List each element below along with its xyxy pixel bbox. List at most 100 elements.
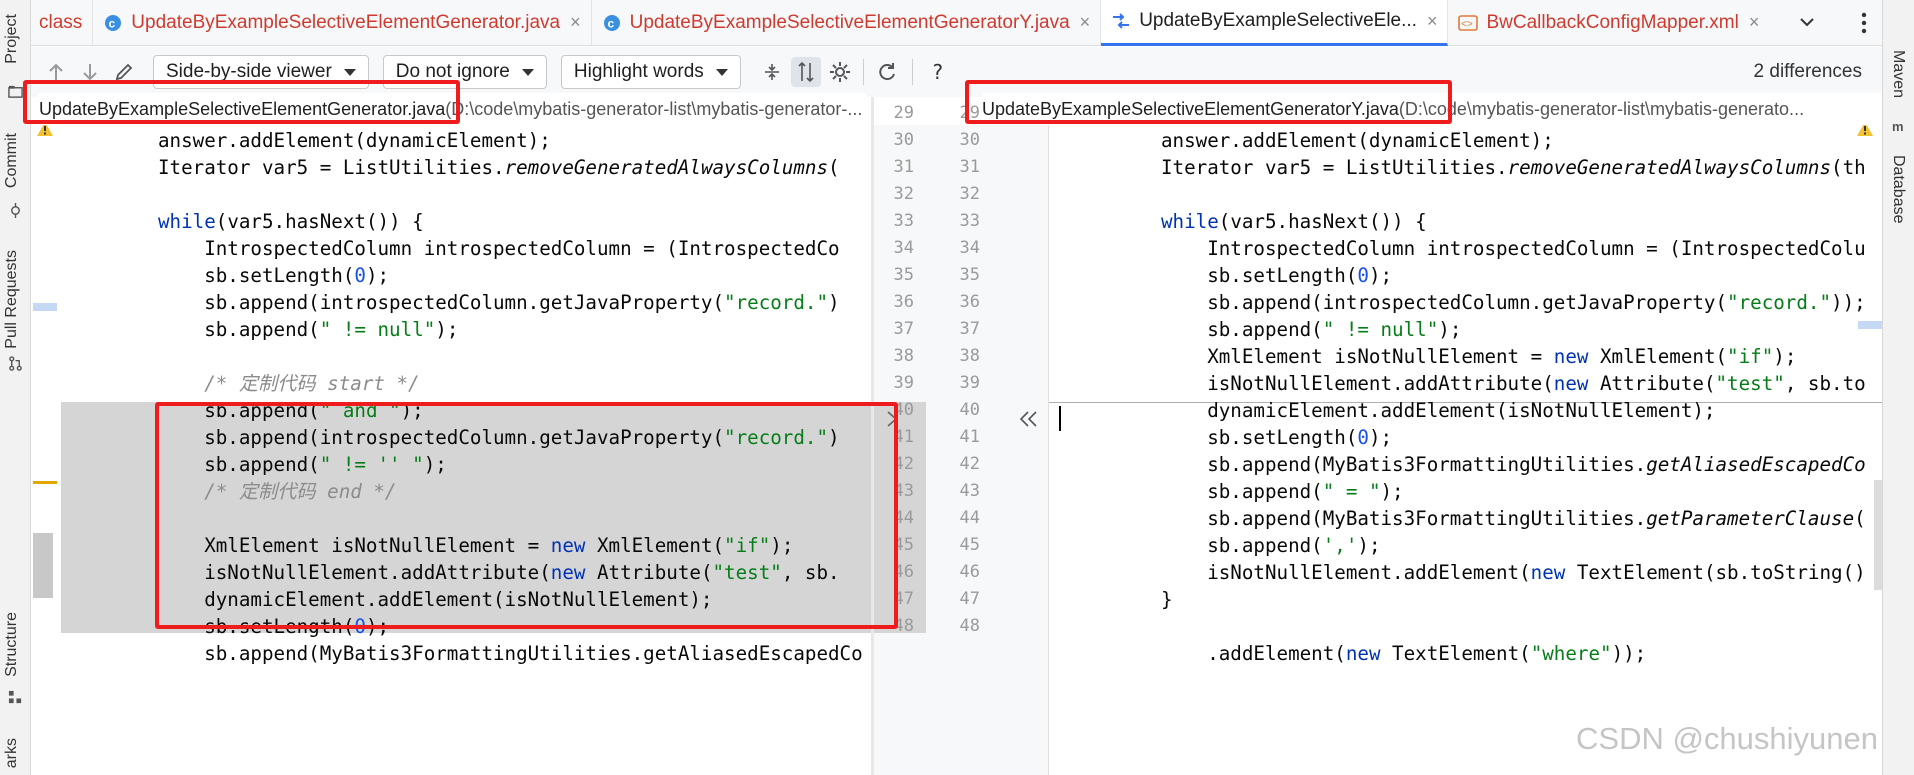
code-token: " != null"	[1322, 318, 1439, 341]
maven-icon: m	[1892, 119, 1904, 134]
tab-label: UpdateByExampleSelectiveElementGenerator…	[131, 11, 561, 33]
code-token: (	[828, 156, 840, 179]
revert-chevrons-icon[interactable]	[1018, 409, 1040, 429]
code-token: sb.setLength(	[1161, 264, 1358, 287]
code-token: while	[158, 210, 216, 233]
code-line: sb.append(MyBatis3FormattingUtilities.ge…	[158, 637, 862, 670]
code-token: "test"	[1715, 372, 1785, 395]
help-icon[interactable]: ?	[923, 57, 953, 87]
code-line: Iterator var5 = ListUtilities.removeGene…	[158, 151, 840, 184]
toolbar-divider	[911, 59, 913, 85]
code-token: );	[1368, 426, 1393, 449]
code-token: }	[1161, 588, 1173, 611]
code-token: sb.append(	[1161, 534, 1323, 557]
code-token: sb.append(	[1161, 318, 1323, 341]
warning-icon	[37, 125, 53, 136]
code-token: ));	[1611, 642, 1647, 665]
structure-icon	[8, 690, 22, 704]
structure-tool-button[interactable]: Structure	[3, 612, 21, 677]
more-options-icon[interactable]	[1860, 12, 1868, 38]
annotation-box-left-header	[23, 80, 460, 124]
code-token: sb.append(introspectedColumn.getJavaProp…	[1161, 291, 1728, 314]
close-icon[interactable]: ×	[1749, 12, 1760, 33]
right-tool-stripe: Maven m Database	[1882, 0, 1914, 775]
code-token: );	[1368, 264, 1393, 287]
chevron-down-icon	[715, 68, 728, 76]
diff-icon	[1111, 11, 1131, 31]
tab-list-chevron-icon[interactable]	[1798, 13, 1816, 35]
tab-label: UpdateByExampleSelectiveEle...	[1139, 10, 1417, 31]
tab-generator-java[interactable]: c UpdateByExampleSelectiveElementGenerat…	[93, 0, 592, 46]
code-token: isNotNullElement.addElement(	[1161, 561, 1531, 584]
collapse-unchanged-icon[interactable]	[757, 57, 787, 87]
text-caret	[1059, 406, 1061, 431]
code-line: sb.append(" != null");	[158, 313, 458, 346]
tab-label: class	[39, 11, 83, 33]
code-token: (th	[1831, 156, 1866, 179]
code-token: )	[828, 291, 840, 314]
code-token: IntrospectedColumn introspectedColumn = …	[1161, 237, 1866, 260]
code-token: TextElement(	[1380, 642, 1531, 665]
code-token: sb.append(	[1161, 480, 1323, 503]
right-code-pane[interactable]: XmlElement dynamicElement = new XmlEleme…	[1049, 125, 1882, 775]
code-token: /* 定制代码 start */	[204, 372, 420, 395]
commit-tool-button[interactable]: Commit	[3, 133, 21, 188]
code-token: );	[1438, 318, 1462, 341]
editor-tab-bar: class c UpdateByExampleSelectiveElementG…	[31, 0, 1882, 46]
code-token: );	[365, 264, 390, 287]
tab-label: UpdateByExampleSelectiveElementGenerator…	[629, 11, 1070, 33]
class-icon: c	[103, 13, 123, 33]
pull-request-icon	[9, 356, 22, 371]
line-number: 48	[959, 616, 980, 636]
project-tool-button[interactable]: Project	[3, 14, 21, 64]
code-token: (var5.hasNext()) {	[1218, 210, 1427, 233]
scroll-thumb[interactable]	[1874, 480, 1882, 590]
code-token: sb.append(MyBatis3FormattingUtilities.	[1161, 507, 1647, 530]
code-token: getAliasedEscapedCo	[1646, 453, 1866, 476]
watermark: CSDN @chushiyunen	[1576, 721, 1878, 756]
scroll-thumb[interactable]	[33, 533, 53, 598]
code-token: Iterator var5 = ListUtilities.	[1161, 156, 1508, 179]
code-token: new	[1553, 372, 1589, 395]
code-token: isNotNullElement.addAttribute(	[1161, 372, 1554, 395]
scroll-marker	[1858, 321, 1882, 329]
gear-icon[interactable]	[825, 57, 855, 87]
code-line: isNotNullElement.addElement(new TextElem…	[1161, 556, 1866, 589]
tab-class[interactable]: class	[31, 0, 94, 46]
svg-text:<>: <>	[1461, 19, 1473, 30]
sync-scroll-icon[interactable]	[790, 57, 821, 87]
code-token: 0	[1357, 426, 1369, 449]
xml-icon: <>	[1458, 13, 1479, 33]
bookmarks-tool-button[interactable]: arks	[3, 738, 21, 768]
tab-generator-y-java[interactable]: c UpdateByExampleSelectiveElementGenerat…	[592, 0, 1102, 46]
code-token: removeGeneratedAlwaysColumns	[1507, 156, 1832, 179]
svg-text:m: m	[1892, 119, 1904, 134]
tab-diff[interactable]: UpdateByExampleSelectiveEle... ×	[1101, 0, 1449, 46]
chevron-down-icon	[343, 68, 356, 76]
svg-text:c: c	[109, 16, 116, 30]
code-token: sb.append(MyBatis3FormattingUtilities.	[1161, 453, 1647, 476]
code-token: ));	[1831, 291, 1866, 314]
tab-mapper-xml[interactable]: <> BwCallbackConfigMapper.xml ×	[1448, 0, 1769, 46]
code-token: );	[1773, 345, 1797, 368]
svg-text:c: c	[607, 16, 614, 30]
code-token: "if"	[1727, 345, 1774, 368]
code-token: dynamicElement.addElement(isNotNullEleme…	[1161, 399, 1716, 422]
code-token: new	[1530, 561, 1566, 584]
close-icon[interactable]: ×	[1080, 12, 1091, 33]
code-token: (var5.hasNext()) {	[215, 210, 424, 233]
refresh-icon[interactable]	[872, 57, 902, 87]
folder-icon	[8, 85, 23, 98]
pull-requests-tool-button[interactable]: Pull Requests	[3, 250, 21, 349]
code-token: TextElement(sb.toString()	[1565, 561, 1866, 584]
code-token: XmlElement isNotNullElement =	[1161, 345, 1554, 368]
maven-tool-button[interactable]: Maven	[1889, 50, 1907, 98]
tab-label: BwCallbackConfigMapper.xml	[1486, 11, 1739, 33]
code-token: new	[1345, 642, 1381, 665]
code-token: answer.addElement(dynamicElement);	[158, 129, 551, 152]
code-token: " != null"	[319, 318, 436, 341]
highlight-dropdown[interactable]: Highlight words	[560, 55, 741, 89]
database-tool-button[interactable]: Database	[1889, 155, 1907, 224]
close-icon[interactable]: ×	[570, 12, 581, 33]
close-icon[interactable]: ×	[1427, 11, 1438, 32]
